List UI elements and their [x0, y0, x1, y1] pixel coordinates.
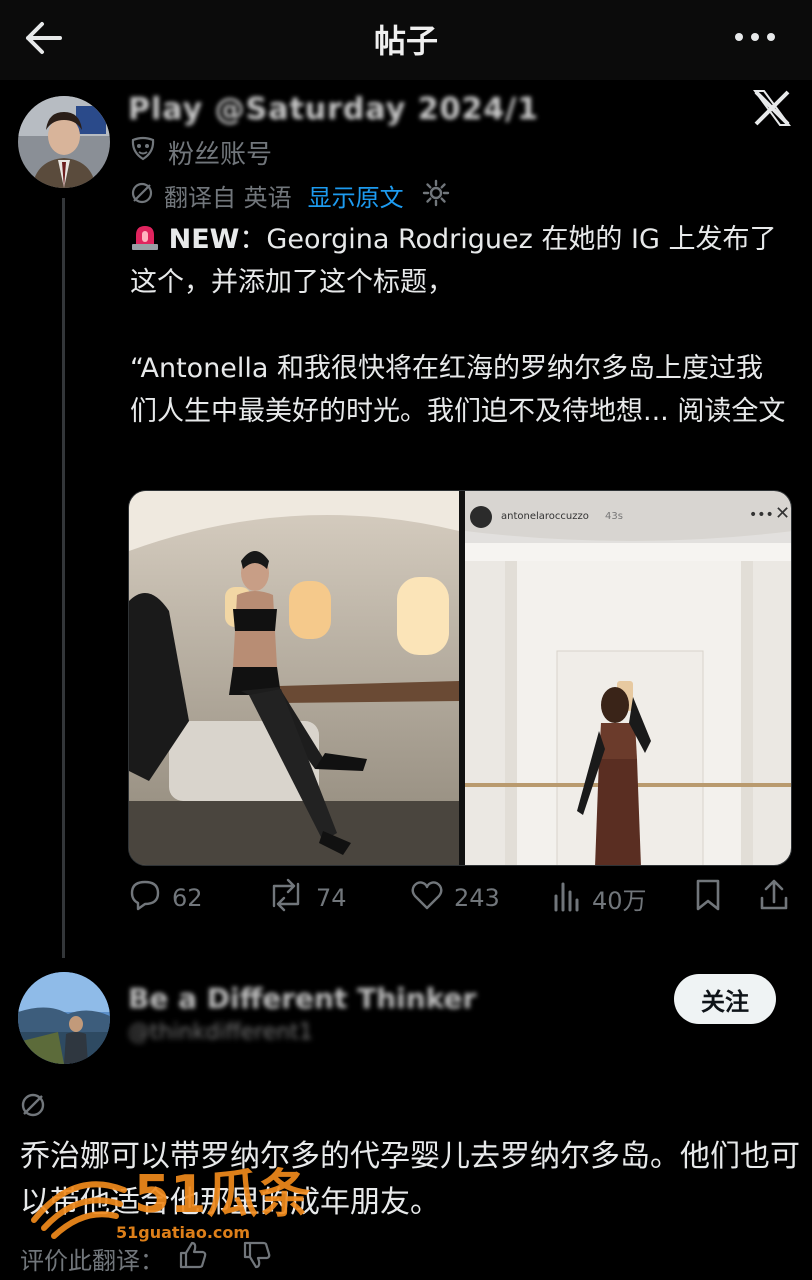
- reply-author-handle: @thinkdifferent1: [128, 1020, 313, 1045]
- page-title: 帖子: [373, 22, 438, 60]
- read-more-link[interactable]: 阅读全文: [677, 396, 785, 427]
- heart-icon: [410, 878, 444, 918]
- bookmark-action[interactable]: [694, 878, 722, 918]
- repost-count: 74: [316, 884, 347, 912]
- account-type-row: 粉丝账号: [130, 134, 272, 171]
- action-bar: 62 74 243 40万: [128, 878, 792, 924]
- translate-icon: [130, 181, 154, 211]
- like-action[interactable]: 243: [410, 878, 500, 918]
- media-grid: antonelaroccuzzo 43s ••• ✕: [128, 490, 792, 866]
- post-blank-line: [130, 304, 790, 347]
- story-time: 43s: [605, 511, 623, 522]
- like-count: 243: [454, 884, 500, 912]
- thumbs-up-icon[interactable]: [178, 1240, 208, 1276]
- story-username: antonelaroccuzzo: [501, 511, 589, 522]
- reply-count: 62: [172, 884, 203, 912]
- bookmark-icon: [694, 878, 722, 918]
- post-quote-text: “Antonella 和我很快将在红海的罗纳尔多岛上度过我们人生中最美好的时光。…: [130, 353, 764, 427]
- repost-icon: [266, 878, 306, 918]
- x-logo-icon[interactable]: [752, 88, 792, 128]
- account-type-label: 粉丝账号: [168, 140, 273, 170]
- reply-bubble-icon: [128, 878, 162, 918]
- author-avatar[interactable]: [18, 96, 110, 188]
- post-line-1: NEW：Georgina Rodriguez 在她的 IG 上发布了这个，并添加…: [130, 218, 790, 304]
- siren-emoji-icon: [130, 222, 160, 252]
- story-screenshot[interactable]: antonelaroccuzzo 43s ••• ✕: [465, 491, 791, 865]
- reply-text: 乔治娜可以带罗纳尔多的代孕婴儿去罗纳尔多岛。他们也可以带他适合他那里的成年朋友。: [20, 1139, 800, 1220]
- views-action[interactable]: 40万: [552, 878, 647, 918]
- reply-author-name[interactable]: Be a Different Thinker: [128, 982, 476, 1015]
- rate-translation-label: 评价此翻译：: [20, 1246, 164, 1275]
- translation-row: 翻译自 英语 显示原文: [130, 178, 450, 213]
- thread-line: [62, 198, 65, 958]
- reply-translate-icon: [18, 1090, 48, 1120]
- author-name[interactable]: Play @Saturday 2024/1: [128, 92, 539, 127]
- share-icon: [758, 878, 790, 918]
- post-body: NEW：Georgina Rodriguez 在她的 IG 上发布了这个，并添加…: [130, 218, 790, 433]
- post-quote: “Antonella 和我很快将在红海的罗纳尔多岛上度过我们人生中最美好的时光。…: [130, 347, 790, 433]
- follow-button[interactable]: 关注: [674, 974, 776, 1024]
- reply-author-avatar[interactable]: [18, 972, 110, 1064]
- more-options-icon[interactable]: [732, 22, 778, 52]
- repost-action[interactable]: 74: [266, 878, 347, 918]
- views-count: 40万: [592, 886, 647, 915]
- story-close-icon[interactable]: ✕: [775, 503, 790, 524]
- reply-action[interactable]: 62: [128, 878, 203, 918]
- translation-label: 翻译自 英语: [164, 184, 292, 212]
- new-label: NEW: [168, 224, 240, 255]
- rate-translation-row: 评价此翻译：: [20, 1240, 272, 1276]
- thumbs-down-icon[interactable]: [242, 1240, 272, 1276]
- jet-photo[interactable]: [129, 491, 459, 865]
- show-original-link[interactable]: 显示原文: [308, 178, 404, 213]
- mask-icon: [130, 136, 156, 169]
- story-more-icon[interactable]: •••: [749, 507, 774, 523]
- share-action[interactable]: [758, 878, 790, 918]
- settings-gear-icon[interactable]: [422, 179, 450, 213]
- views-chart-icon: [552, 878, 582, 918]
